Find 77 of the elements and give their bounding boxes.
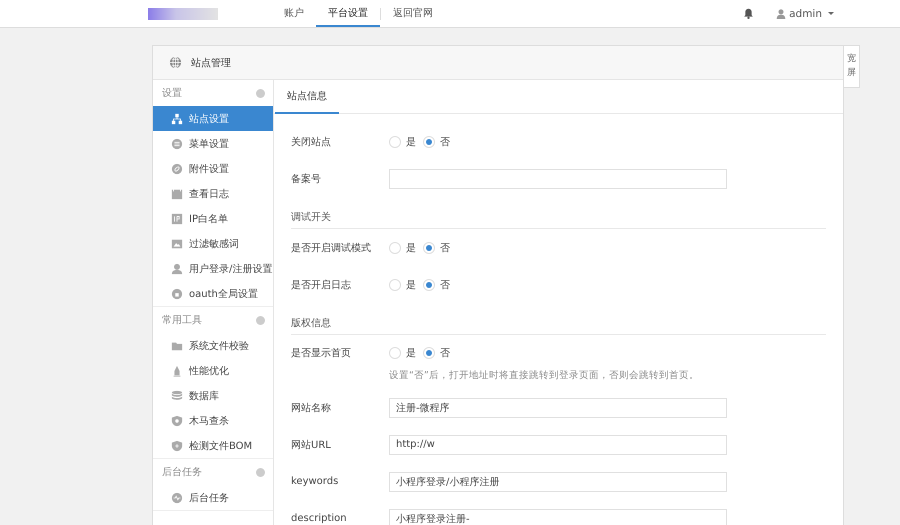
calendar-icon (171, 188, 183, 200)
radio-label: 是 (406, 242, 416, 254)
menu-group-title: 后台任务 (162, 466, 202, 479)
sidebar-item[interactable]: 后台任务 (153, 485, 273, 510)
sidebar-item[interactable]: 检测文件BOM (153, 433, 273, 458)
radio-button[interactable] (389, 347, 401, 359)
text-field[interactable]: 小程序登录/小程序注册 (389, 472, 727, 492)
text-field[interactable]: 注册-微程序 (389, 398, 727, 418)
field-label: 是否开启调试模式 (291, 242, 372, 254)
ip-icon (171, 212, 183, 224)
sidebar-item[interactable]: 数据库 (153, 383, 273, 408)
panel-title: 站点管理 (191, 56, 231, 70)
radio-label: 是 (406, 347, 416, 360)
radio-button[interactable] (423, 136, 435, 148)
sidebar-item[interactable]: 附件设置 (153, 156, 273, 181)
field-label: keywords (291, 476, 340, 487)
database-icon (171, 390, 183, 402)
bell-icon (743, 8, 754, 19)
menu-group-title: 常用工具 (162, 314, 202, 327)
radio-label: 是 (406, 136, 416, 148)
menu-group-title: 设置 (162, 86, 182, 100)
image-icon (171, 238, 183, 250)
sidebar-item[interactable]: 查看日志 (153, 181, 273, 206)
nav-tab[interactable]: 返回官网 (381, 0, 445, 27)
link-icon (171, 162, 183, 174)
radio-button[interactable] (389, 136, 401, 148)
sidebar-item[interactable]: 系统文件校验 (153, 333, 273, 358)
user-menu[interactable]: admin (776, 8, 834, 20)
sidebar-item[interactable]: 过滤敏感词 (153, 231, 273, 256)
pulse-icon (171, 492, 183, 504)
text-field[interactable] (389, 168, 727, 188)
help-text: 设置“否”后，打开地址时将直接跳转到登录页面，否则会跳转到首页。 (389, 369, 699, 382)
shield-icon (171, 414, 183, 426)
radio-label: 否 (440, 278, 450, 292)
section-title: 调试开关 (291, 210, 332, 224)
caret-icon (828, 12, 834, 15)
sidebar-item[interactable]: oauth全局设置 (153, 281, 273, 306)
text-field[interactable]: http://w (389, 434, 727, 454)
list-icon (171, 138, 183, 150)
globe-icon (169, 56, 182, 69)
radio-label: 否 (440, 136, 450, 148)
collapse-icon[interactable] (256, 468, 265, 476)
sitemap-icon (171, 112, 183, 124)
field-label: 备案号 (291, 172, 322, 186)
tab[interactable]: 站点信息 (275, 80, 339, 114)
blurred-logo (148, 8, 218, 20)
field-label: 网站名称 (291, 402, 332, 414)
sidebar-item[interactable]: 木马查杀 (153, 408, 273, 433)
user-icon (171, 262, 183, 274)
widescreen-button[interactable]: 宽屏 (844, 45, 860, 88)
radio-label: 是 (406, 278, 416, 292)
radio-label: 否 (440, 347, 450, 360)
text-field[interactable]: 小程序登录注册- (389, 508, 727, 525)
shield-icon (171, 440, 183, 452)
field-label: 是否显示首页 (291, 347, 352, 360)
sidebar-item[interactable]: 性能优化 (153, 358, 273, 383)
radio-button[interactable] (389, 278, 401, 290)
field-label: 是否开启日志 (291, 278, 352, 292)
radio-button[interactable] (389, 242, 401, 254)
field-label: description (291, 513, 348, 524)
collapse-icon[interactable] (256, 88, 265, 98)
field-label: 关闭站点 (291, 136, 332, 148)
folder-icon (171, 340, 183, 352)
radio-button[interactable] (423, 278, 435, 290)
sidebar-item[interactable]: 用户登录/注册设置 (153, 256, 273, 281)
nav-tab[interactable]: 账户 (272, 0, 316, 27)
radio-button[interactable] (423, 242, 435, 254)
radio-button[interactable] (423, 347, 435, 359)
sidebar-item[interactable]: 站点设置 (153, 106, 273, 131)
sidebar-item[interactable]: 菜单设置 (153, 131, 273, 156)
section-title: 版权信息 (291, 316, 332, 330)
nav-tab[interactable]: 平台设置 (316, 0, 380, 27)
sidebar-item[interactable]: IP白名单 (153, 206, 273, 231)
field-label: 网站URL (291, 438, 332, 452)
user-icon (776, 8, 786, 18)
radio-label: 否 (440, 242, 450, 254)
collapse-icon[interactable] (256, 316, 265, 324)
